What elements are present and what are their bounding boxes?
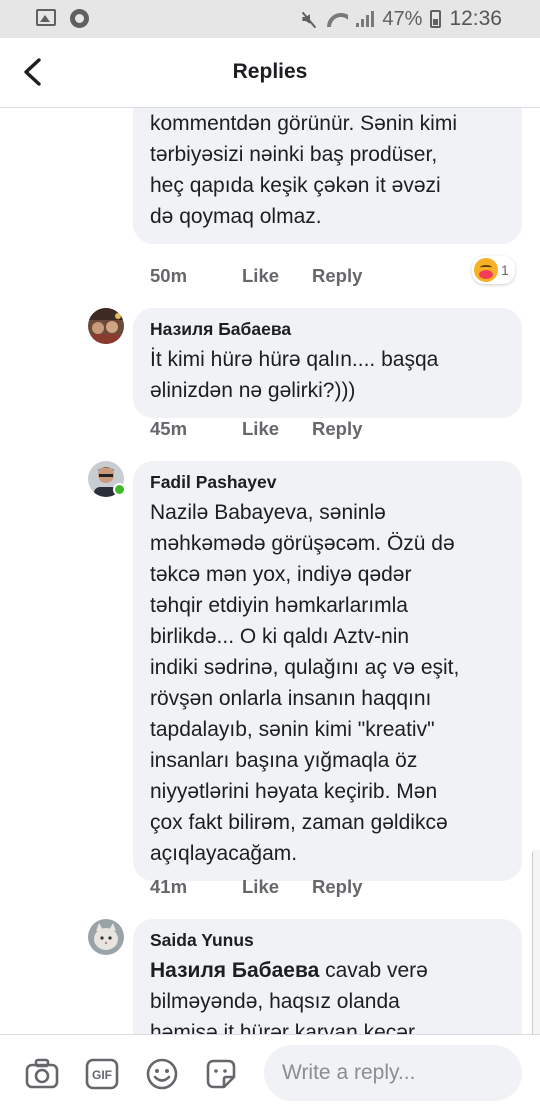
mention[interactable]: Назиля Бабаева bbox=[150, 959, 319, 982]
comment-bubble: tərbiyən yazdığın bu kommentdən görünür.… bbox=[133, 108, 522, 244]
wifi-icon bbox=[326, 11, 349, 27]
reply-input[interactable] bbox=[264, 1045, 522, 1101]
comment-actions: 41m Like Reply bbox=[150, 876, 362, 898]
comment-text: tərbiyən yazdığın bu kommentdən görünür.… bbox=[150, 112, 457, 228]
like-button[interactable]: Like bbox=[242, 265, 292, 287]
battery-icon bbox=[430, 10, 442, 28]
header: Replies bbox=[0, 38, 540, 108]
like-button[interactable]: Like bbox=[242, 418, 292, 440]
care-reaction-icon bbox=[474, 258, 498, 282]
avatar[interactable] bbox=[88, 919, 124, 955]
comment-author[interactable]: Fadil Pashayev bbox=[150, 472, 505, 493]
battery-percent: 47% bbox=[382, 7, 423, 30]
emoji-icon[interactable] bbox=[145, 1057, 179, 1091]
comment-time: 45m bbox=[150, 418, 188, 439]
reaction-count: 1 bbox=[501, 262, 509, 278]
reply-button[interactable]: Reply bbox=[312, 418, 362, 440]
comment-time: 41m bbox=[150, 876, 188, 897]
scrollbar[interactable] bbox=[532, 850, 540, 1034]
comment-bubble: Fadil Pashayev Nazilə Babayeva, səninlə … bbox=[133, 461, 522, 881]
comment-time: 50m bbox=[150, 265, 188, 286]
reply-composer: GIF bbox=[0, 1034, 540, 1110]
comment-author[interactable]: Saida Yunus bbox=[150, 930, 505, 951]
comment-text: İt kimi hürə hürə qalın.... başqa əliniz… bbox=[150, 348, 439, 402]
signal-icon bbox=[356, 11, 375, 27]
comment-text: Nazilə Babayeva, səninlə məhkəmədə görüş… bbox=[150, 501, 460, 865]
replies-list[interactable]: tərbiyən yazdığın bu kommentdən görünür.… bbox=[0, 108, 540, 1034]
reply-button[interactable]: Reply bbox=[312, 265, 362, 287]
comment-text: Назиля Бабаева cavab verə bilməyəndə, ha… bbox=[150, 955, 505, 1034]
reply-button[interactable]: Reply bbox=[312, 876, 362, 898]
comment-bubble: Назиля Бабаева İt kimi hürə hürə qalın..… bbox=[133, 308, 522, 418]
reaction-badge[interactable]: 1 bbox=[472, 256, 515, 284]
like-button[interactable]: Like bbox=[242, 876, 292, 898]
avatar[interactable] bbox=[88, 308, 124, 344]
comment-actions: 45m Like Reply bbox=[150, 418, 362, 440]
svg-text:GIF: GIF bbox=[92, 1068, 112, 1082]
clock: 12:36 bbox=[449, 7, 502, 30]
mute-icon bbox=[300, 10, 318, 28]
camera-icon[interactable] bbox=[25, 1057, 59, 1091]
page-title: Replies bbox=[232, 60, 308, 83]
online-status-indicator bbox=[113, 483, 126, 496]
comment-bubble: Saida Yunus Назиля Бабаева cavab verə bi… bbox=[133, 919, 522, 1034]
status-bar: 47% 12:36 bbox=[0, 0, 540, 38]
chrome-icon bbox=[70, 9, 89, 28]
gif-icon[interactable]: GIF bbox=[85, 1057, 119, 1091]
comment-author[interactable]: Назиля Бабаева bbox=[150, 319, 505, 340]
comment-actions: 50m Like Reply bbox=[150, 265, 362, 287]
gallery-icon bbox=[36, 9, 56, 26]
sticker-icon[interactable] bbox=[204, 1057, 238, 1091]
